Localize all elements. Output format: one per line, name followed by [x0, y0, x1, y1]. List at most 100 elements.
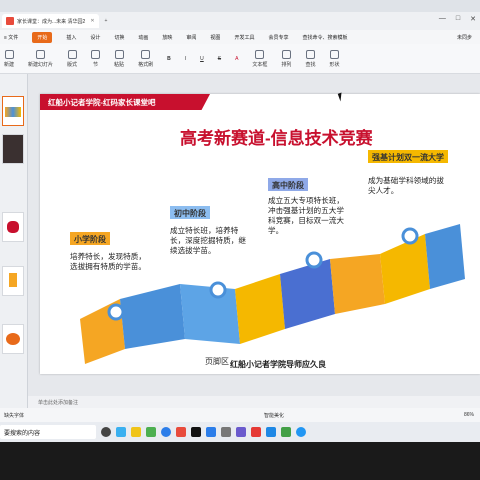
- thumbnail-graphic: [5, 107, 21, 117]
- smart-beautify-button[interactable]: 智能美化: [264, 412, 284, 419]
- new-tab-button[interactable]: +: [105, 18, 108, 24]
- strikethrough-button[interactable]: S: [218, 56, 221, 62]
- pin-marker-4: [401, 227, 419, 245]
- folder-icon[interactable]: [131, 427, 141, 437]
- ribbon-new-slide[interactable]: 新建幻灯片: [28, 49, 53, 68]
- ribbon-paste[interactable]: 粘贴: [114, 49, 124, 68]
- stage-label-middle: 初中阶段: [170, 206, 210, 219]
- app-icon-5[interactable]: [236, 427, 246, 437]
- ribbon-shape[interactable]: 形状: [329, 49, 340, 68]
- ribbon-find[interactable]: 查找: [305, 49, 316, 68]
- ribbon-find-label: 查找: [305, 61, 316, 68]
- ribbon-layout[interactable]: 版式: [67, 49, 78, 68]
- document-tab[interactable]: 家长课堂：成为...未来 清华园2 ✕: [2, 14, 99, 28]
- wps-logo-icon: [6, 17, 14, 25]
- app-icon-2[interactable]: [146, 427, 156, 437]
- slide-thumbnail-panel: [0, 74, 28, 410]
- notes-pane[interactable]: 单击此处添加备注: [28, 396, 480, 408]
- thumbnail-graphic: [6, 333, 20, 345]
- pin-marker-3: [305, 251, 323, 269]
- task-view-icon[interactable]: [101, 427, 111, 437]
- menu-file[interactable]: ≡ 文件: [4, 34, 18, 41]
- menu-transition[interactable]: 切换: [114, 34, 124, 41]
- command-search[interactable]: 查找命令、搜索模板: [302, 34, 347, 41]
- window-controls: — □ ✕: [439, 15, 476, 23]
- menu-slideshow[interactable]: 放映: [162, 34, 172, 41]
- stair-step-7: [380, 234, 430, 304]
- slide-thumbnail-2[interactable]: [2, 134, 24, 164]
- new-slide-icon: [36, 49, 46, 59]
- menu-insert[interactable]: 插入: [66, 34, 76, 41]
- screen-bezel: [0, 442, 480, 480]
- slide-thumbnail-1[interactable]: [2, 96, 24, 126]
- stair-step-6: [330, 254, 385, 314]
- menu-view[interactable]: 视图: [210, 34, 220, 41]
- ribbon-toolbar: 新建 新建幻灯片 版式 节 粘贴 格式刷 B I U S A 文本框 排列 查找…: [0, 44, 480, 74]
- arrange-icon: [281, 49, 291, 59]
- app-icon-8[interactable]: [281, 427, 291, 437]
- font-color-button[interactable]: A: [235, 56, 238, 62]
- format-painter-icon: [141, 49, 151, 59]
- maximize-icon[interactable]: □: [456, 15, 460, 23]
- missing-font-indicator[interactable]: 缺失字体: [4, 412, 24, 419]
- stage-label-high: 高中阶段: [268, 178, 308, 191]
- stage-label-primary: 小学阶段: [70, 232, 110, 245]
- ribbon-arrange[interactable]: 排列: [281, 49, 292, 68]
- menu-member[interactable]: 会员专享: [268, 34, 288, 41]
- italic-button[interactable]: I: [185, 56, 186, 62]
- app-icon-1[interactable]: [116, 427, 126, 437]
- tiktok-icon[interactable]: [191, 427, 201, 437]
- pin-marker-2: [209, 281, 227, 299]
- taskbar-search-input[interactable]: 要搜索的内容: [0, 425, 96, 439]
- close-tab-icon[interactable]: ✕: [90, 18, 94, 24]
- ribbon-layout-label: 版式: [67, 61, 78, 68]
- status-bar: 缺失字体 智能美化: [0, 408, 480, 422]
- slide-thumbnail-4[interactable]: [2, 266, 24, 296]
- taskbar: 要搜索的内容: [0, 422, 480, 442]
- stair-step-2: [120, 284, 185, 349]
- slide-canvas[interactable]: 红船小记者学院-红码家长课堂吧 高考新赛道-信息技术竞赛 小学阶段 培养特长，发…: [40, 94, 480, 374]
- minimize-icon[interactable]: —: [439, 15, 446, 23]
- layout-icon: [67, 49, 77, 59]
- ribbon-format-painter[interactable]: 格式刷: [138, 49, 153, 68]
- stage-text-middle: 成立特长班，培养特长，深度挖掘特质，继续选拔学苗。: [170, 226, 246, 255]
- app-icon-6[interactable]: [251, 427, 261, 437]
- stage-text-primary: 培养特长，发现特质，选拔拥有特质的学苗。: [70, 252, 146, 271]
- textbox-icon: [255, 49, 265, 59]
- thumbnail-map-graphic: [7, 221, 19, 233]
- app-icon-7[interactable]: [266, 427, 276, 437]
- ribbon-textbox-label: 文本框: [252, 61, 268, 68]
- slide-thumbnail-5[interactable]: [2, 324, 24, 354]
- menu-animation[interactable]: 动画: [138, 34, 148, 41]
- underline-button[interactable]: U: [200, 56, 204, 62]
- menu-developer[interactable]: 开发工具: [234, 34, 254, 41]
- slide-thumbnail-3[interactable]: [2, 212, 24, 242]
- bold-button[interactable]: B: [167, 56, 171, 62]
- screen: 家长课堂：成为...未来 清华园2 ✕ + — □ ✕ ≡ 文件 开始 插入 设…: [0, 0, 480, 480]
- ribbon-section-label: 节: [93, 61, 99, 68]
- menu-design[interactable]: 设计: [90, 34, 100, 41]
- sync-status[interactable]: 未同步: [457, 34, 472, 41]
- stair-step-4: [235, 274, 285, 344]
- paste-icon: [114, 49, 124, 59]
- footer-presenter: 红船小记者学院导师应久良: [230, 360, 326, 369]
- ribbon-new[interactable]: 新建: [4, 49, 14, 68]
- menu-review[interactable]: 审阅: [186, 34, 196, 41]
- menu-home[interactable]: 开始: [32, 31, 53, 43]
- app-icon-9[interactable]: [296, 427, 306, 437]
- ribbon-section[interactable]: 节: [91, 49, 101, 68]
- zoom-level[interactable]: 86%: [464, 412, 474, 418]
- close-window-icon[interactable]: ✕: [470, 15, 476, 23]
- browser-icon[interactable]: [161, 427, 171, 437]
- stair-step-5: [280, 259, 335, 329]
- app-icon-4[interactable]: [221, 427, 231, 437]
- wps-taskbar-icon[interactable]: [176, 427, 186, 437]
- ribbon-textbox[interactable]: 文本框: [252, 49, 268, 68]
- pin-marker-1: [107, 303, 125, 321]
- app-icon-3[interactable]: [206, 427, 216, 437]
- thumbnail-graphic: [9, 273, 17, 287]
- stage-text-university: 成为基础学科领域的拔尖人才。: [368, 176, 444, 195]
- ribbon-arrange-label: 排列: [281, 61, 292, 68]
- section-icon: [91, 49, 101, 59]
- ribbon-shape-label: 形状: [329, 61, 340, 68]
